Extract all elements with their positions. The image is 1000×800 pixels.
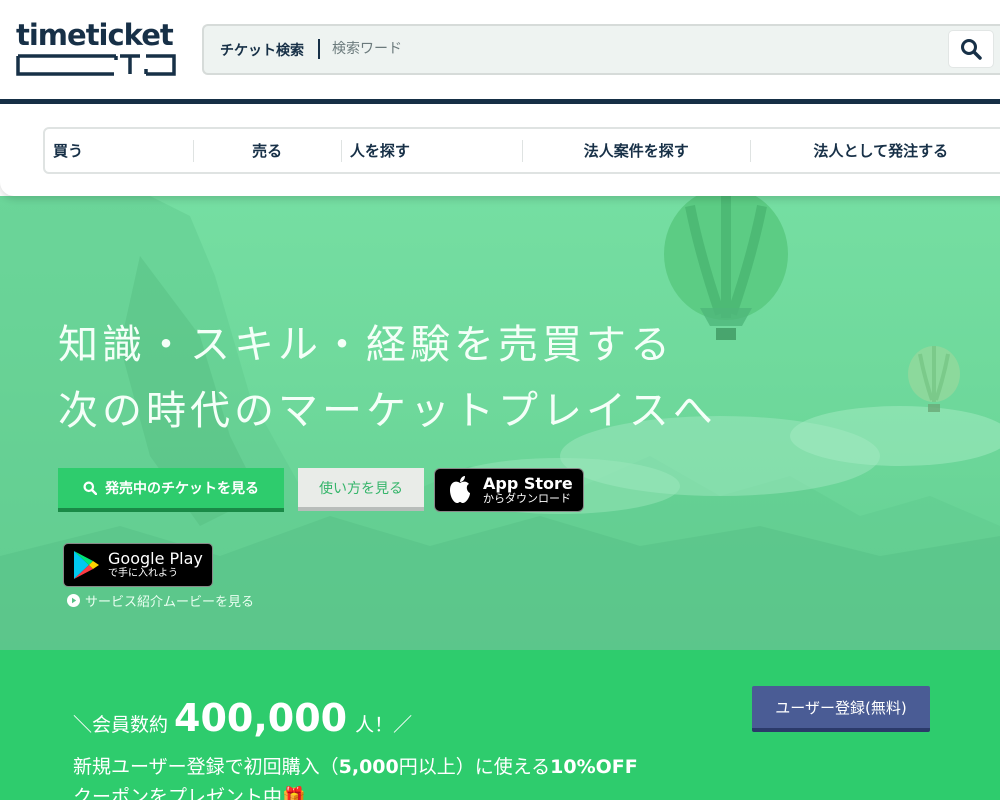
play-circle-icon xyxy=(67,594,80,607)
app-store-subtitle: からダウンロード xyxy=(483,492,571,505)
nav-item-sell[interactable]: 売る xyxy=(193,129,340,172)
logo-ticket-mark xyxy=(16,54,176,76)
main-nav: 買う 売る 人を探す 法人案件を探す 法人として発注する xyxy=(43,127,1000,174)
browse-tickets-button[interactable]: 発売中のチケットを見る xyxy=(58,468,284,512)
hero-section: 知識・スキル・経験を売買する 次の時代のマーケットプレイスへ 発売中のチケットを… xyxy=(0,196,1000,650)
nav-item-find-people[interactable]: 人を探す xyxy=(342,129,522,172)
coupon-present-line: クーポンをプレゼント中🎁 xyxy=(73,786,306,800)
nav-item-buy[interactable]: 買う xyxy=(45,129,193,172)
nav-item-order-as-corporate[interactable]: 法人として発注する xyxy=(751,129,1000,172)
app-store-title: App Store xyxy=(483,474,573,493)
search-input[interactable] xyxy=(332,34,932,64)
hero-tagline-line1: 知識・スキル・経験を売買する xyxy=(58,322,674,368)
nav-item-label: 買う xyxy=(53,142,84,160)
google-play-text: Google Play で手に入れよう xyxy=(108,550,203,580)
logo-wordmark: timeticket xyxy=(16,18,174,52)
apple-icon xyxy=(450,476,470,503)
app-store-text: App Store からダウンロード xyxy=(483,475,573,505)
hero-tagline-line2: 次の時代のマーケットプレイスへ xyxy=(58,388,717,434)
service-movie-label: サービス紹介ムービーを見る xyxy=(85,595,255,610)
main-nav-card: 買う 売る 人を探す 法人案件を探す 法人として発注する xyxy=(0,104,1000,196)
coupon-offer-line: 新規ユーザー登録で初回購入（5,000円以上）に使える10%OFF xyxy=(73,752,638,779)
coupon-discount: 10%OFF xyxy=(550,756,638,778)
member-count-prefix: ＼会員数約 xyxy=(73,714,169,736)
member-promo-section: ＼会員数約 400,000 人！／ 新規ユーザー登録で初回購入（5,000円以上… xyxy=(0,650,1000,800)
service-movie-link[interactable]: サービス紹介ムービーを見る xyxy=(67,591,254,610)
browse-tickets-label: 発売中のチケットを見る xyxy=(105,481,259,497)
nav-item-find-corporate-jobs[interactable]: 法人案件を探す xyxy=(523,129,750,172)
app-store-badge[interactable]: App Store からダウンロード xyxy=(434,468,584,512)
coupon-amount: 5,000 xyxy=(338,756,399,778)
search-label: チケット検索 xyxy=(220,43,304,59)
google-play-badge[interactable]: Google Play で手に入れよう xyxy=(63,543,213,587)
timeticket-logo[interactable]: timeticket xyxy=(16,20,178,78)
search-button[interactable] xyxy=(948,30,994,68)
how-to-use-button[interactable]: 使い方を見る xyxy=(298,468,424,511)
nav-item-label: 人を探す xyxy=(349,142,410,160)
member-count-suffix: 人！／ xyxy=(355,714,413,736)
user-register-label: ユーザー登録(無料) xyxy=(775,698,907,717)
google-play-subtitle: で手に入れよう xyxy=(108,568,178,579)
ticket-search-bar: チケット検索 xyxy=(202,24,1000,75)
google-play-title: Google Play xyxy=(108,549,203,568)
coupon-text-b: 円以上）に使える xyxy=(398,756,551,778)
site-header: timeticket チケット検索 xyxy=(0,0,1000,100)
how-to-use-label: 使い方を見る xyxy=(319,480,403,497)
nav-item-label: 売る xyxy=(252,142,283,160)
nav-item-label: 法人案件を探す xyxy=(583,142,689,160)
member-count-value: 400,000 xyxy=(174,696,348,740)
member-count-line: ＼会員数約 400,000 人！／ xyxy=(73,696,412,740)
search-icon xyxy=(83,481,97,495)
search-icon xyxy=(961,39,982,60)
user-register-button[interactable]: ユーザー登録(無料) xyxy=(752,686,930,732)
search-divider xyxy=(318,39,320,59)
nav-item-label: 法人として発注する xyxy=(813,142,949,160)
coupon-text-a: 新規ユーザー登録で初回購入（ xyxy=(73,756,339,778)
google-play-icon xyxy=(74,551,99,579)
